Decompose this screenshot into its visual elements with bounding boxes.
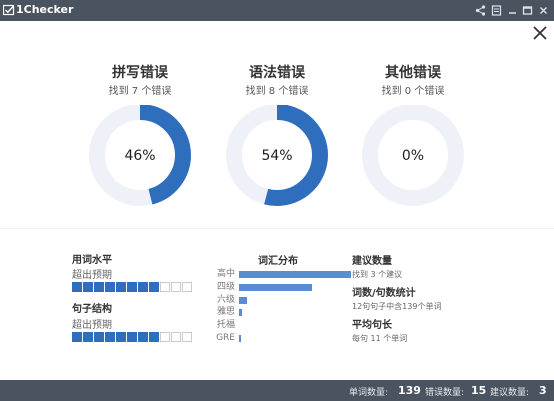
app-title: 1Checker <box>16 3 74 16</box>
level-block <box>94 332 104 342</box>
level-block <box>171 332 181 342</box>
vocab-label: 托福 <box>216 320 235 331</box>
vocab-bar <box>239 309 243 317</box>
close-dialog-icon[interactable] <box>532 25 548 41</box>
vocab-bar <box>239 335 242 342</box>
level-block <box>83 332 93 342</box>
other-errors-title: 其他错误 <box>385 65 441 81</box>
suggestion-count-text: 找到 3 个建议 <box>352 270 403 279</box>
error-count-label: 错误数量: <box>425 388 465 398</box>
vocab-label: 四级 <box>216 281 235 292</box>
suggestion-count-title: 建议数量 <box>352 256 392 267</box>
other-percent: 0% <box>401 148 425 164</box>
share-icon[interactable] <box>474 4 487 17</box>
vocab-distribution-title: 词汇分布 <box>258 256 298 267</box>
word-level-status: 超出预期 <box>72 270 112 281</box>
word-count-value: 139 <box>398 384 421 397</box>
minimize-icon[interactable] <box>506 4 519 17</box>
level-block <box>83 282 93 292</box>
spelling-errors-title: 拼写错误 <box>112 65 168 81</box>
vocab-bar <box>239 296 247 304</box>
vocab-label: 高中 <box>216 269 235 279</box>
level-block <box>149 332 159 342</box>
spelling-errors-found: 找到 7 个错误 <box>108 86 172 97</box>
level-block <box>127 332 137 342</box>
grammar-errors-panel: 语法错误 找到 8 个错误 54% <box>207 62 347 206</box>
level-block <box>138 282 148 292</box>
level-block <box>160 282 170 292</box>
vocab-bar <box>239 271 351 278</box>
level-block <box>105 282 115 292</box>
sentence-structure-status: 超出预期 <box>72 320 112 331</box>
status-bar: 单词数量: 139 错误数量: 15 建议数量: 3 <box>0 380 554 401</box>
vocab-label: 雅思 <box>216 307 235 318</box>
level-block <box>127 282 137 292</box>
level-block <box>72 282 82 292</box>
word-level-meter <box>72 282 193 293</box>
word-sentence-stats-title: 词数/句数统计 <box>352 288 416 299</box>
level-block <box>149 282 159 292</box>
level-block <box>105 332 115 342</box>
grammar-errors-found: 找到 8 个错误 <box>245 86 309 97</box>
menu-icon[interactable] <box>490 4 503 17</box>
sentence-structure-meter <box>72 332 193 343</box>
level-block <box>72 332 82 342</box>
app-logo-icon <box>3 4 15 16</box>
title-bar: 1Checker <box>0 0 554 21</box>
level-block <box>116 332 126 342</box>
level-block <box>116 282 126 292</box>
close-icon[interactable] <box>537 4 550 17</box>
vocab-label: GRE <box>216 333 235 343</box>
suggestion-count-label: 建议数量: <box>490 388 530 398</box>
level-block <box>160 332 170 342</box>
word-level-title: 用词水平 <box>72 255 112 266</box>
level-block <box>94 282 104 292</box>
level-block <box>138 332 148 342</box>
other-errors-found: 找到 0 个错误 <box>381 86 445 97</box>
avg-sentence-length-title: 平均句长 <box>352 320 392 331</box>
level-block <box>182 282 192 292</box>
other-errors-panel: 其他错误 找到 0 个错误 0% <box>343 62 483 206</box>
word-sentence-stats-text: 12句句子中含139个单词 <box>352 302 442 311</box>
grammar-percent: 54% <box>261 148 293 164</box>
spelling-errors-panel: 拼写错误 找到 7 个错误 46% <box>70 62 210 206</box>
section-divider <box>0 228 554 229</box>
suggestion-count-value: 3 <box>539 384 547 397</box>
level-block <box>182 332 192 342</box>
word-count-label: 单词数量: <box>349 388 389 398</box>
avg-sentence-length-text: 每句 11 个单词 <box>352 334 408 343</box>
maximize-icon[interactable] <box>521 4 534 17</box>
spelling-percent: 46% <box>124 148 156 164</box>
grammar-errors-title: 语法错误 <box>249 65 305 81</box>
level-block <box>171 282 181 292</box>
error-count-value: 15 <box>471 384 487 397</box>
vocab-bar <box>239 283 312 291</box>
sentence-structure-title: 句子结构 <box>72 304 112 315</box>
vocab-label: 六级 <box>216 294 235 305</box>
